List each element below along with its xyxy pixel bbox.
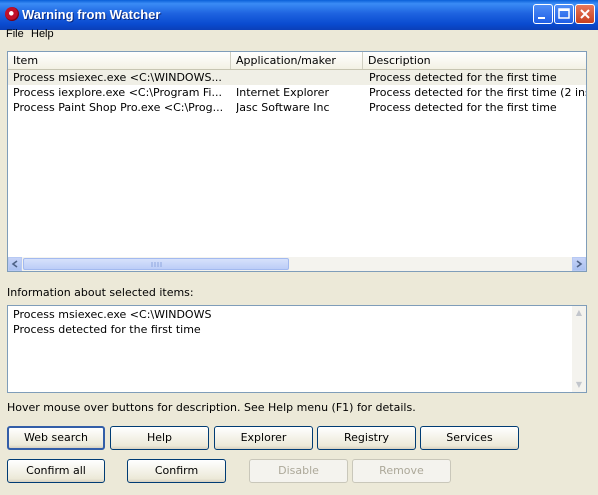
scroll-up-icon[interactable]: ▲ bbox=[572, 306, 586, 320]
grip-icon bbox=[151, 262, 162, 267]
list-header: Item Application/maker Description bbox=[8, 52, 586, 70]
column-header-maker[interactable]: Application/maker bbox=[231, 52, 363, 69]
registry-button[interactable]: Registry bbox=[317, 426, 416, 450]
maximize-button[interactable] bbox=[554, 4, 574, 24]
close-button[interactable] bbox=[575, 4, 595, 24]
items-list[interactable]: Item Application/maker Description Proce… bbox=[7, 51, 587, 272]
scroll-down-icon[interactable]: ▼ bbox=[572, 378, 586, 392]
info-textbox[interactable]: Process msiexec.exe <C:\WINDOWS Process … bbox=[7, 305, 587, 393]
remove-button[interactable]: Remove bbox=[352, 459, 451, 483]
warning-window: Warning from Watcher File Help Item Appl… bbox=[0, 0, 598, 495]
row-item: Process iexplore.exe <C:\Program Fi... bbox=[13, 86, 222, 99]
menu-help[interactable]: Help bbox=[31, 28, 54, 40]
horizontal-scroll-thumb[interactable] bbox=[23, 258, 289, 270]
minimize-button[interactable] bbox=[533, 4, 553, 24]
window-title: Warning from Watcher bbox=[22, 7, 161, 22]
hint-text: Hover mouse over buttons for description… bbox=[7, 401, 416, 414]
maximize-icon bbox=[558, 8, 570, 19]
row-description: Process detected for the first time bbox=[369, 101, 557, 114]
row-maker: Internet Explorer bbox=[236, 86, 329, 99]
scroll-right-icon bbox=[576, 260, 583, 268]
disable-button[interactable]: Disable bbox=[249, 459, 348, 483]
minimize-icon bbox=[538, 17, 545, 19]
info-line: Process detected for the first time bbox=[13, 323, 201, 336]
watcher-app-icon bbox=[5, 7, 19, 21]
explorer-button[interactable]: Explorer bbox=[214, 426, 313, 450]
row-item: Process msiexec.exe <C:\WINDOWS... bbox=[13, 71, 222, 84]
help-button[interactable]: Help bbox=[110, 426, 209, 450]
confirm-all-button[interactable]: Confirm all bbox=[7, 459, 105, 483]
confirm-button[interactable]: Confirm bbox=[127, 459, 226, 483]
scroll-left-button[interactable] bbox=[8, 257, 22, 271]
menu-file[interactable]: File bbox=[6, 28, 24, 40]
info-line: Process msiexec.exe <C:\WINDOWS bbox=[13, 308, 212, 321]
column-header-description[interactable]: Description bbox=[363, 52, 586, 69]
column-header-item[interactable]: Item bbox=[8, 52, 231, 69]
web-search-button[interactable]: Web search bbox=[7, 426, 105, 450]
close-icon bbox=[580, 9, 590, 19]
info-label: Information about selected items: bbox=[7, 286, 194, 299]
list-row[interactable]: Process iexplore.exe <C:\Program Fi... I… bbox=[8, 85, 587, 100]
row-description: Process detected for the first time (2 i… bbox=[369, 86, 587, 99]
row-item: Process Paint Shop Pro.exe <C:\Prog... bbox=[13, 101, 224, 114]
scroll-left-icon bbox=[11, 260, 18, 268]
info-vertical-scrollbar[interactable]: ▲ ▼ bbox=[572, 306, 586, 392]
services-button[interactable]: Services bbox=[420, 426, 519, 450]
row-maker: Jasc Software Inc bbox=[236, 101, 330, 114]
list-row[interactable]: Process Paint Shop Pro.exe <C:\Prog... J… bbox=[8, 100, 586, 115]
list-horizontal-scrollbar[interactable] bbox=[8, 257, 586, 271]
row-description: Process detected for the first time bbox=[369, 71, 557, 84]
scroll-right-button[interactable] bbox=[572, 257, 586, 271]
list-row[interactable]: Process msiexec.exe <C:\WINDOWS... Proce… bbox=[8, 70, 586, 85]
menu-bar: File Help bbox=[0, 26, 598, 44]
